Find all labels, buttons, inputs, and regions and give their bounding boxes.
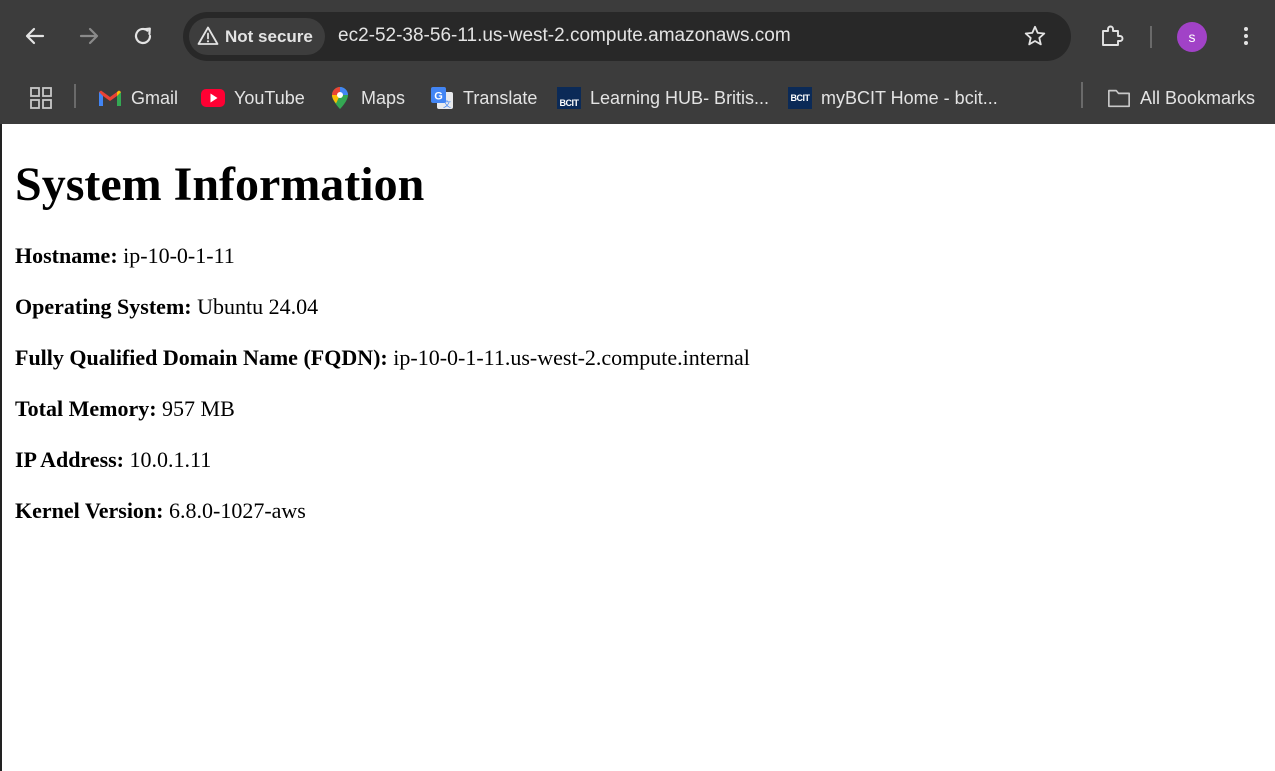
ip-address-row: IP Address: 10.0.1.11 [15,446,211,474]
all-bookmarks-label: All Bookmarks [1140,87,1256,108]
youtube-icon [201,86,225,110]
menu-button[interactable] [1228,18,1264,54]
memory-row: Total Memory: 957 MB [15,395,235,423]
svg-text:文: 文 [443,99,451,109]
browser-window: Not secure ec2-52-38-56-11.us-west-2.com… [0,0,1275,771]
bookmark-translate[interactable]: G 文 Translate [430,79,537,117]
folder-icon [1107,86,1131,110]
ip-address-value: 10.0.1.11 [129,447,212,472]
hostname-value: ip-10-0-1-11 [123,243,235,268]
bookmark-label: Gmail [131,87,179,108]
bookmark-label: Maps [361,87,406,108]
security-chip[interactable]: Not secure [189,18,325,55]
warning-icon [197,26,219,45]
apps-button[interactable] [29,79,53,117]
maps-icon [328,86,352,110]
page-viewport: System Information Hostname: ip-10-0-1-1… [0,124,1275,771]
fqdn-value: ip-10-0-1-11.us-west-2.compute.internal [393,345,750,370]
profile-avatar[interactable]: s [1177,22,1207,52]
more-vert-icon [1244,27,1248,45]
hostname-label: Hostname: [15,243,118,268]
memory-label: Total Memory: [15,396,157,421]
translate-icon: G 文 [430,86,454,110]
page-title: System Information [15,158,425,211]
all-bookmarks-button[interactable]: All Bookmarks [1107,79,1255,117]
security-label: Not secure [225,27,313,46]
arrow-right-icon [79,27,99,45]
bookmark-gmail[interactable]: Gmail [98,79,178,117]
hostname-row: Hostname: ip-10-0-1-11 [15,242,235,270]
bookmark-star-button[interactable] [1017,18,1053,54]
svg-text:G: G [434,91,443,103]
os-row: Operating System: Ubuntu 24.04 [15,293,318,321]
bookmarks-bar: Gmail YouTube Maps G 文 Translate BCIT Le… [0,72,1275,124]
kernel-value: 6.8.0-1027-aws [169,498,306,523]
bookmarks-divider [74,84,76,108]
fqdn-row: Fully Qualified Domain Name (FQDN): ip-1… [15,344,750,372]
url-text[interactable]: ec2-52-38-56-11.us-west-2.compute.amazon… [338,25,791,47]
puzzle-icon [1102,25,1124,46]
bookmark-label: myBCIT Home - bcit... [821,87,998,108]
kernel-row: Kernel Version: 6.8.0-1027-aws [15,497,306,525]
memory-value: 957 MB [162,396,235,421]
bookmark-label: Translate [463,87,538,108]
bookmark-youtube[interactable]: YouTube [201,79,305,117]
fqdn-label: Fully Qualified Domain Name (FQDN): [15,345,388,370]
os-value: Ubuntu 24.04 [197,294,319,319]
bookmark-learning-hub[interactable]: BCIT Learning HUB- Britis... [557,79,769,117]
kernel-label: Kernel Version: [15,498,164,523]
bookmarks-divider [1081,82,1083,108]
bookmark-label: Learning HUB- Britis... [590,87,770,108]
bcit-icon: BCIT [788,86,812,110]
address-bar[interactable]: Not secure ec2-52-38-56-11.us-west-2.com… [183,12,1071,61]
ip-address-label: IP Address: [15,447,125,472]
browser-toolbar: Not secure ec2-52-38-56-11.us-west-2.com… [0,0,1275,72]
os-label: Operating System: [15,294,192,319]
bcit-icon: BCIT [557,86,581,110]
toolbar-divider [1150,26,1152,48]
star-icon [1024,25,1046,46]
reload-icon [134,27,152,45]
extensions-button[interactable] [1094,18,1130,54]
bookmark-mybcit[interactable]: BCIT myBCIT Home - bcit... [788,79,998,117]
forward-button[interactable] [71,18,107,54]
bookmark-label: YouTube [234,87,305,108]
back-button[interactable] [17,18,53,54]
bookmark-maps[interactable]: Maps [328,79,405,117]
apps-grid-icon [30,87,52,109]
reload-button[interactable] [125,18,161,54]
gmail-icon [98,86,122,110]
arrow-left-icon [25,27,45,45]
